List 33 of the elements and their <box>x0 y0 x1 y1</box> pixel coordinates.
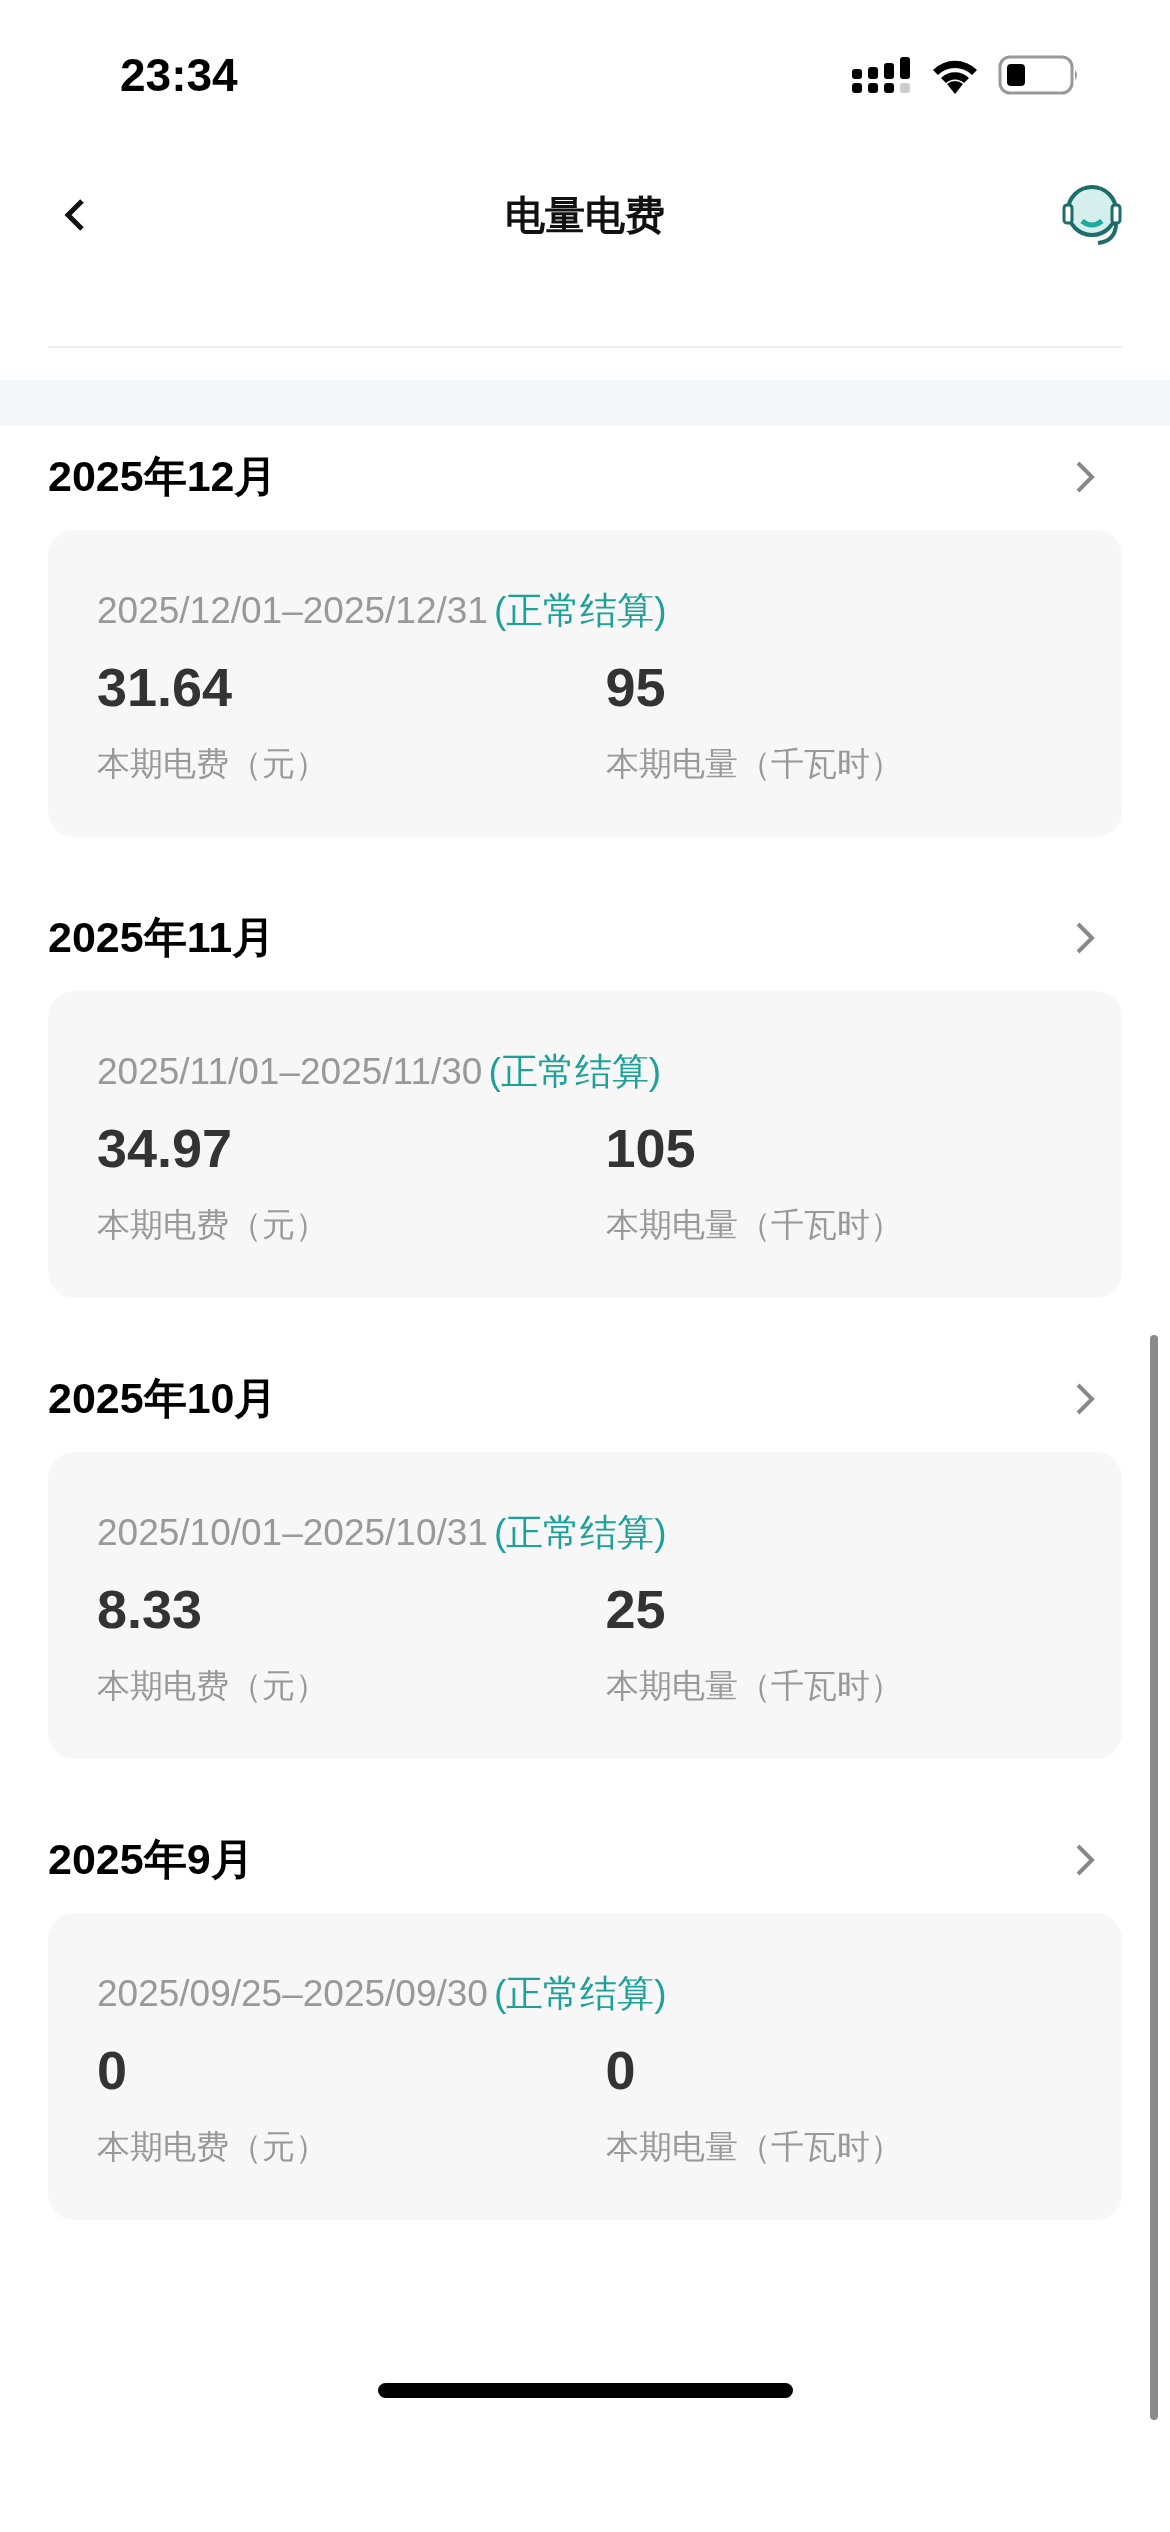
fee-label: 本期电费（元） <box>97 2126 328 2168</box>
month-title: 2025年9月 <box>48 1834 254 1885</box>
billing-period: 2025/09/25–2025/09/30 (正常结算) <box>97 1972 668 2016</box>
billing-period: 2025/10/01–2025/10/31 (正常结算) <box>97 1511 668 1555</box>
page-title: 电量电费 <box>505 190 665 240</box>
usage-label: 本期电量（千瓦时） <box>605 743 903 785</box>
status-time: 23:34 <box>120 48 238 102</box>
bill-card[interactable]: 2025/11/01–2025/11/30 (正常结算) 34.97 本期电费（元） 105 本期电量（千瓦时） <box>48 991 1122 1298</box>
usage-label: 本期电量（千瓦时） <box>605 1665 903 1707</box>
fee-label: 本期电费（元） <box>97 1665 328 1707</box>
headset-icon[interactable] <box>1062 183 1122 247</box>
usage-value: 0 <box>605 2039 636 2101</box>
fee-label: 本期电费（元） <box>97 743 328 785</box>
bill-card[interactable]: 2025/10/01–2025/10/31 (正常结算) 8.33 本期电费（元） 25 本期电量（千瓦时） <box>48 1452 1122 1759</box>
usage-value: 105 <box>605 1117 696 1179</box>
usage-value: 95 <box>605 656 666 718</box>
billing-period: 2025/12/01–2025/12/31 (正常结算) <box>97 589 668 633</box>
billing-period: 2025/11/01–2025/11/30 (正常结算) <box>97 1050 663 1094</box>
signal-icon <box>852 55 912 95</box>
month-title: 2025年12月 <box>48 451 278 502</box>
fee-value: 0 <box>97 2039 128 2101</box>
month-title: 2025年10月 <box>48 1373 278 1424</box>
usage-label: 本期电量（千瓦时） <box>605 2126 903 2168</box>
usage-value: 25 <box>605 1578 666 1640</box>
fee-value: 31.64 <box>97 656 233 718</box>
fee-value: 8.33 <box>97 1578 203 1640</box>
usage-label: 本期电量（千瓦时） <box>605 1204 903 1246</box>
fee-label: 本期电费（元） <box>97 1204 328 1246</box>
battery-icon <box>998 55 1080 95</box>
fee-value: 34.97 <box>97 1117 233 1179</box>
bill-card[interactable]: 2025/09/25–2025/09/30 (正常结算) 0 本期电费（元） 0 本期电量（千瓦时） <box>48 1913 1122 2220</box>
month-title: 2025年11月 <box>48 912 276 963</box>
bill-card[interactable]: 2025/12/01–2025/12/31 (正常结算) 31.64 本期电费（元） 95 本期电量（千瓦时） <box>48 530 1122 837</box>
